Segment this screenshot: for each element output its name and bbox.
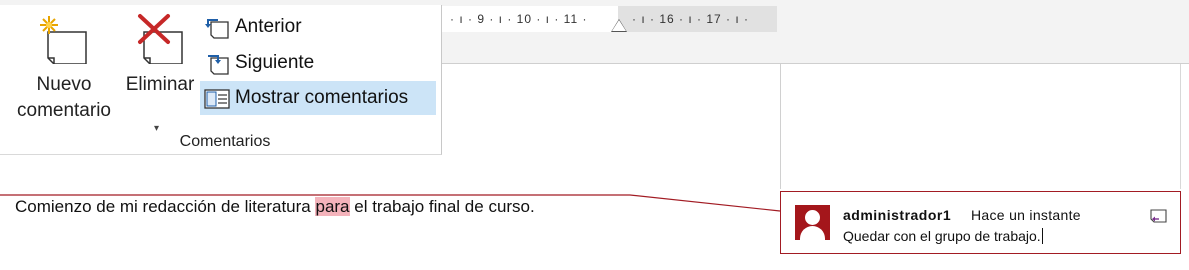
comment-text[interactable]: Quedar con el grupo de trabajo. <box>843 228 1043 244</box>
previous-comment-label: Anterior <box>235 16 302 37</box>
comment-timestamp: Hace un instante <box>971 207 1081 223</box>
paragraph-text-after: el trabajo final de curso. <box>349 197 535 216</box>
user-avatar-icon <box>795 205 830 240</box>
next-comment-icon <box>208 55 229 75</box>
text-cursor <box>1041 228 1043 244</box>
new-comment-icon <box>40 16 87 64</box>
delete-comment-button[interactable]: Eliminar ▾ <box>120 12 200 134</box>
show-comments-button[interactable]: Mostrar comentarios <box>200 81 436 115</box>
ruler-ticks-left: · ı · 9 · ı · 10 · ı · 11 · <box>450 12 588 26</box>
indent-marker[interactable] <box>612 20 626 31</box>
ribbon-group-label: Comentarios <box>179 133 271 150</box>
ribbon-comments-group: Nuevo comentario Eliminar ▾ Anterior Sig… <box>0 0 442 155</box>
next-comment-button[interactable]: Siguiente <box>200 46 436 80</box>
previous-comment-button[interactable]: Anterior <box>200 10 436 44</box>
page-right-edge <box>1180 64 1181 189</box>
markup-area-divider <box>780 64 781 189</box>
previous-comment-icon <box>205 19 229 39</box>
paragraph-text-before: Comienzo de mi redacción de literatura <box>15 197 316 216</box>
new-comment-label-line1: Nuevo <box>36 74 92 95</box>
ruler-ticks-right: · ı · 16 · ı · 17 · ı · <box>632 12 750 26</box>
document-paragraph[interactable]: Comienzo de mi redacción de literatura p… <box>15 197 535 217</box>
show-comments-icon <box>204 89 230 109</box>
delete-comment-icon <box>138 14 183 64</box>
new-comment-button[interactable]: Nuevo comentario <box>8 12 120 130</box>
delete-comment-label: Eliminar <box>125 74 195 95</box>
new-comment-label-line2: comentario <box>17 100 111 121</box>
comment-balloon[interactable]: administrador1 Hace un instante Quedar c… <box>780 191 1181 254</box>
reply-icon[interactable] <box>1148 206 1168 226</box>
next-comment-label: Siguiente <box>235 52 315 73</box>
ribbon-top-edge <box>0 0 442 5</box>
comment-author: administrador1 <box>843 207 952 223</box>
horizontal-ruler[interactable]: · ı · 9 · ı · 10 · ı · 11 · · ı · 16 · ı… <box>442 6 777 32</box>
commented-text-highlight[interactable]: para <box>315 197 350 216</box>
comment-text-content: Quedar con el grupo de trabajo. <box>843 228 1041 244</box>
show-comments-label: Mostrar comentarios <box>235 87 409 108</box>
page-top-border <box>442 63 1189 64</box>
